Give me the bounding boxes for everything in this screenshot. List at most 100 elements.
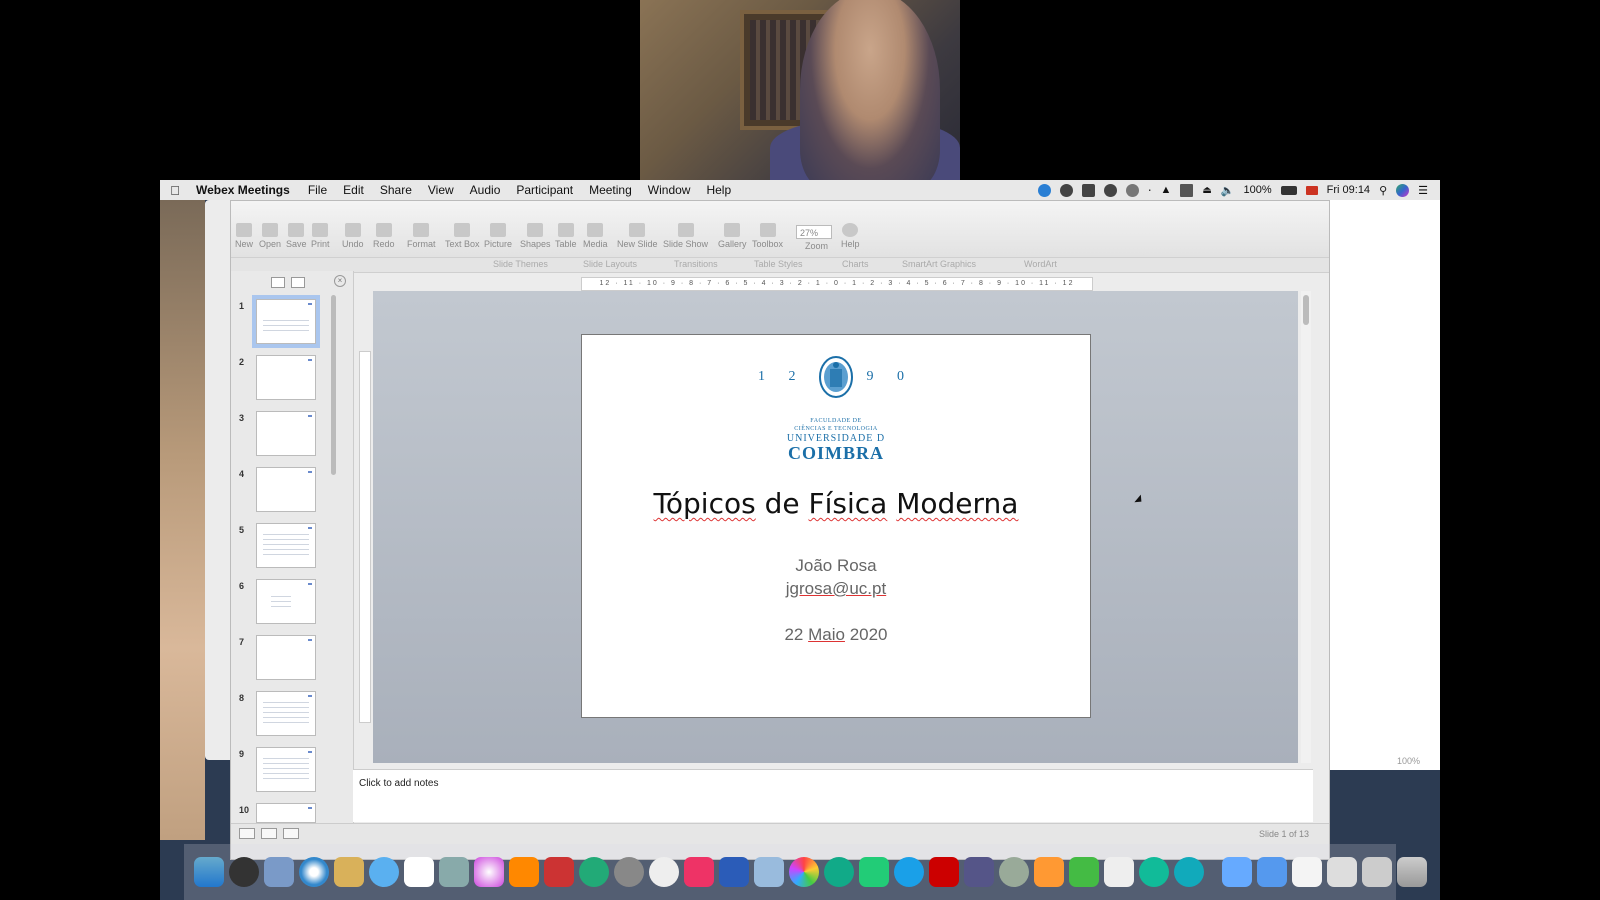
slide-thumbnail[interactable]: [256, 355, 316, 400]
chrome-icon[interactable]: [824, 857, 854, 887]
slide-thumbnail[interactable]: [256, 467, 316, 512]
document-stack-icon[interactable]: [1327, 857, 1357, 887]
tab-charts[interactable]: Charts: [842, 259, 869, 269]
menu-help[interactable]: Help: [698, 183, 739, 197]
eject-icon[interactable]: ⏏: [1202, 185, 1211, 196]
anki-icon[interactable]: [649, 857, 679, 887]
picture-button[interactable]: Picture: [484, 223, 512, 249]
skitch-icon[interactable]: [859, 857, 889, 887]
table-button[interactable]: Table: [555, 223, 577, 249]
gallery-button[interactable]: Gallery: [718, 223, 747, 249]
tab-smartart-graphics[interactable]: SmartArt Graphics: [902, 259, 976, 269]
menu-meeting[interactable]: Meeting: [581, 183, 640, 197]
folder-downloads-icon[interactable]: [1257, 857, 1287, 887]
notes-icon[interactable]: [334, 857, 364, 887]
system-preferences-icon[interactable]: [614, 857, 644, 887]
slide-email[interactable]: jgrosa@uc.pt: [582, 579, 1090, 599]
close-pane-icon[interactable]: ×: [334, 275, 346, 287]
airplay-icon[interactable]: [1180, 183, 1194, 197]
dropbox-icon[interactable]: [1081, 183, 1095, 197]
trash-icon[interactable]: [1397, 857, 1427, 887]
current-slide[interactable]: 1 2 9 0 FACULDADE DE CIÊNCIAS E TECNOLOG…: [581, 334, 1145, 718]
slide-sorter-icon[interactable]: [261, 828, 277, 839]
new-slide-button[interactable]: New Slide: [617, 223, 658, 249]
scrollbar-thumb[interactable]: [1303, 295, 1309, 325]
acrobat-icon[interactable]: [929, 857, 959, 887]
numbers-icon[interactable]: [1069, 857, 1099, 887]
slide-thumbnail[interactable]: [256, 411, 316, 456]
print-button[interactable]: Print: [311, 223, 330, 249]
canvas-scrollbar[interactable]: [1301, 291, 1311, 763]
slide-thumbnail[interactable]: [256, 747, 316, 792]
tab-transitions[interactable]: Transitions: [674, 259, 718, 269]
redo-button[interactable]: Redo: [373, 223, 395, 249]
input-source-flag-icon[interactable]: [1305, 185, 1318, 195]
textedit-icon[interactable]: [1104, 857, 1134, 887]
notes-pane[interactable]: Click to add notes: [353, 769, 1313, 822]
slide-show-button[interactable]: Slide Show: [663, 223, 708, 249]
tab-wordart[interactable]: WordArt: [1024, 259, 1057, 269]
messages-icon[interactable]: [369, 857, 399, 887]
shapes-button[interactable]: Shapes: [520, 223, 551, 249]
webex-icon[interactable]: [1139, 857, 1169, 887]
tex-icon[interactable]: [999, 857, 1029, 887]
menu-window[interactable]: Window: [640, 183, 699, 197]
wifi-icon[interactable]: ▲: [1160, 184, 1171, 196]
normal-view-icon[interactable]: [239, 828, 255, 839]
skype-status-icon[interactable]: [1103, 183, 1117, 197]
ibooks-icon[interactable]: [509, 857, 539, 887]
slide-show-view-icon[interactable]: [283, 828, 299, 839]
tab-table-styles[interactable]: Table Styles: [754, 259, 803, 269]
photo-booth-icon[interactable]: [544, 857, 574, 887]
photos-icon[interactable]: [789, 857, 819, 887]
slide-thumbnail[interactable]: [256, 691, 316, 736]
slide-thumbnail[interactable]: [256, 635, 316, 680]
document-icon[interactable]: [1292, 857, 1322, 887]
media-button[interactable]: Media: [583, 223, 608, 249]
word-icon[interactable]: [719, 857, 749, 887]
save-button[interactable]: Save: [286, 223, 307, 249]
menu-edit[interactable]: Edit: [335, 183, 372, 197]
menu-audio[interactable]: Audio: [462, 183, 509, 197]
slide-author[interactable]: João Rosa: [582, 556, 1090, 576]
texshop-icon[interactable]: [964, 857, 994, 887]
spark-icon[interactable]: [684, 857, 714, 887]
slide-date[interactable]: 22 Maio 2020: [582, 625, 1090, 645]
help-button[interactable]: Help: [841, 223, 860, 249]
undo-button[interactable]: Undo: [342, 223, 364, 249]
app-name-menu[interactable]: Webex Meetings: [190, 183, 300, 197]
window-icon[interactable]: [1362, 857, 1392, 887]
slide-thumbnail[interactable]: [256, 803, 316, 823]
webex-meetings-icon[interactable]: [1174, 857, 1204, 887]
slide-thumbnail[interactable]: [256, 299, 316, 344]
itunes-icon[interactable]: [474, 857, 504, 887]
calendar-icon[interactable]: [404, 857, 434, 887]
time-machine-icon[interactable]: [579, 857, 609, 887]
time-machine-status-icon[interactable]: [1125, 183, 1139, 197]
battery-icon[interactable]: [1280, 185, 1297, 195]
slide-title[interactable]: Tópicos de Física Moderna: [582, 487, 1090, 520]
menubar-clock[interactable]: Fri 09:14: [1327, 184, 1370, 196]
open-button[interactable]: Open: [259, 223, 281, 249]
skype-icon[interactable]: [894, 857, 924, 887]
photos-viewer-icon[interactable]: [439, 857, 469, 887]
slide-thumbnail[interactable]: [256, 523, 316, 568]
volume-icon[interactable]: 🔈: [1221, 184, 1235, 197]
tunnelblick-icon[interactable]: [754, 857, 784, 887]
format-button[interactable]: Format: [407, 223, 436, 249]
preview-icon[interactable]: [264, 857, 294, 887]
spotlight-search-icon[interactable]: ⚲: [1379, 184, 1387, 197]
tab-slide-themes[interactable]: Slide Themes: [493, 259, 548, 269]
launchpad-icon[interactable]: [229, 857, 259, 887]
slide-thumbnail[interactable]: [256, 579, 316, 624]
toolbox-button[interactable]: Toolbox: [752, 223, 783, 249]
new-button[interactable]: New: [235, 223, 253, 249]
notification-center-icon[interactable]: ☰: [1418, 184, 1428, 197]
menu-view[interactable]: View: [420, 183, 462, 197]
pages-icon[interactable]: [1034, 857, 1064, 887]
menu-participant[interactable]: Participant: [508, 183, 581, 197]
text-box-button[interactable]: Text Box: [445, 223, 480, 249]
webex-status-icon[interactable]: [1037, 183, 1051, 197]
bluetooth-icon[interactable]: ⋅: [1148, 184, 1152, 197]
menu-file[interactable]: File: [300, 183, 335, 197]
